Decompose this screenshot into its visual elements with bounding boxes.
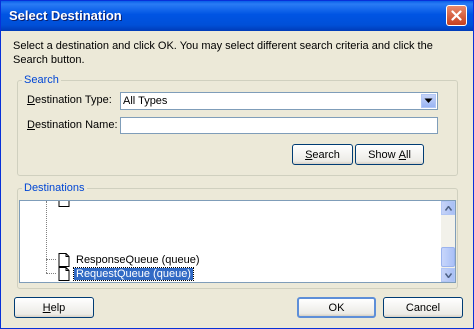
chevron-up-icon (444, 205, 452, 211)
scroll-up-button[interactable] (441, 201, 455, 215)
destination-type-select[interactable]: All Types (120, 92, 438, 110)
scroll-thumb[interactable] (441, 247, 455, 267)
destinations-legend: Destinations (24, 182, 85, 194)
tree-connector (46, 259, 56, 260)
dropdown-arrow-button[interactable] (421, 94, 436, 108)
destination-name-label: Destination Name: (27, 119, 118, 131)
document-icon (58, 252, 70, 267)
search-button[interactable]: Search (292, 144, 353, 165)
document-icon (58, 201, 70, 207)
destination-name-input[interactable] (120, 117, 438, 134)
chevron-down-icon (424, 98, 433, 103)
instructions-text: Select a destination and click OK. You m… (13, 40, 433, 66)
destinations-tree[interactable]: ​ ResponseQueue (queue) RequestQueue (qu… (19, 200, 456, 283)
chevron-down-icon (444, 272, 452, 278)
select-destination-dialog: Select Destination Select a destination … (0, 0, 474, 329)
tree-item-requestqueue[interactable]: RequestQueue (queue) (58, 266, 194, 281)
search-legend: Search (24, 74, 59, 86)
tree-item-label: RequestQueue (queue) (73, 266, 194, 281)
cancel-button[interactable]: Cancel (383, 297, 463, 318)
ok-button[interactable]: OK (297, 297, 376, 318)
tree-item-responsequeue[interactable]: ResponseQueue (queue) (58, 252, 202, 267)
close-button[interactable] (446, 5, 467, 26)
show-all-button[interactable]: Show All (355, 144, 424, 165)
document-icon (58, 266, 70, 281)
tree-connector (46, 273, 56, 274)
dialog-title: Select Destination (9, 8, 122, 23)
tree-connector (46, 201, 47, 273)
scroll-down-button[interactable] (441, 268, 455, 282)
title-bar[interactable]: Select Destination (1, 1, 473, 31)
destination-type-label: Destination Type: (27, 94, 112, 106)
tree-item-partial: ​ (58, 201, 78, 207)
destination-type-value: All Types (123, 95, 168, 107)
vertical-scrollbar[interactable] (441, 201, 455, 282)
tree-item-label: ResponseQueue (queue) (76, 253, 200, 266)
help-button[interactable]: Help (14, 297, 94, 318)
close-icon (451, 10, 462, 21)
